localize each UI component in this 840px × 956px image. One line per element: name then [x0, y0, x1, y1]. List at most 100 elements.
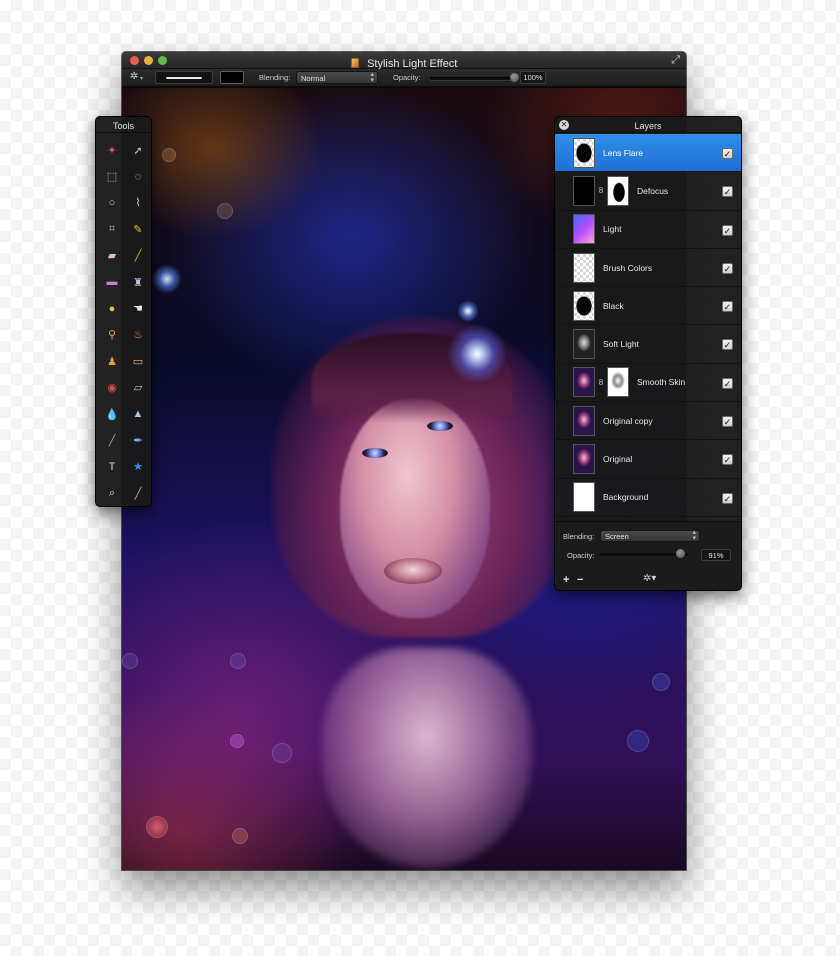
pencil-icon[interactable]: ✎: [125, 216, 151, 242]
gear-icon[interactable]: ✲: [130, 71, 138, 82]
text-icon[interactable]: T: [99, 454, 125, 480]
crop-icon[interactable]: ⌗: [99, 216, 125, 242]
pen-add-glyph: ✒: [133, 434, 143, 447]
sharpen-icon[interactable]: ▲: [125, 401, 151, 427]
layer-visibility-checkbox[interactable]: ✓: [722, 492, 733, 504]
brush-icon[interactable]: ╱: [125, 243, 151, 269]
layer-visibility-checkbox[interactable]: ✓: [722, 262, 733, 274]
move-arrow-icon[interactable]: ➚: [125, 137, 151, 163]
bandage-icon[interactable]: ▭: [125, 348, 151, 374]
dodge-icon[interactable]: ♨: [125, 322, 151, 348]
brush-glyph: ╱: [134, 250, 142, 263]
layer-row[interactable]: Soft Light ✓: [555, 325, 741, 364]
portrait-neck: [322, 648, 532, 868]
add-layer-button[interactable]: +: [563, 574, 569, 586]
lasso-icon[interactable]: ○: [99, 190, 125, 216]
layer-row[interactable]: Black ✓: [555, 287, 741, 326]
layer-thumbnail: [573, 405, 595, 436]
layer-options-gear-icon[interactable]: ✲▾: [643, 573, 656, 584]
polygon-lasso-icon[interactable]: ⌇: [125, 190, 151, 216]
eraser-pink-icon[interactable]: ▱: [125, 375, 151, 401]
layer-opacity-slider-track[interactable]: [600, 553, 688, 556]
layer-row[interactable]: Lens Flare ✓: [555, 134, 741, 173]
layer-visibility-checkbox[interactable]: ✓: [722, 224, 733, 236]
layer-blending-select[interactable]: Screen ▴ ▾: [600, 529, 700, 542]
pencil-glyph: ✎: [133, 223, 143, 236]
layer-row[interactable]: Background ✓: [555, 479, 741, 517]
options-toolbar: ✲ ▾ Blending: Normal ▴ ▾ Opacity: 100%: [122, 69, 686, 87]
pen-add-icon[interactable]: ✒: [125, 427, 151, 453]
select-arrows-icon: ▴ ▾: [370, 71, 374, 84]
smudge-glyph: ☚: [133, 303, 143, 316]
smudge-icon[interactable]: ☚: [125, 295, 151, 321]
layer-row[interactable]: 8 Smooth Skin ✓: [555, 364, 741, 403]
fullscreen-icon[interactable]: ⤢: [671, 54, 680, 67]
move-arrow-glyph: ➚: [133, 144, 143, 157]
close-panel-icon[interactable]: ✕: [559, 120, 569, 130]
mask-link-icon[interactable]: 8: [595, 186, 607, 195]
blending-select-value: Normal: [301, 74, 326, 83]
layer-visibility-checkbox[interactable]: ✓: [722, 186, 733, 198]
red-eye-icon[interactable]: ◉: [99, 375, 125, 401]
blur-drop-icon[interactable]: 💧: [99, 401, 125, 427]
layers-palette-title: Layers: [634, 121, 662, 131]
tools-palette-title: Tools: [96, 117, 151, 133]
color-swatch[interactable]: [220, 71, 244, 84]
layer-mask-thumbnail[interactable]: [607, 367, 629, 398]
layer-visibility-checkbox[interactable]: ✓: [722, 377, 733, 389]
layer-row[interactable]: Original ✓: [555, 440, 741, 479]
bokeh-circle: [652, 673, 670, 691]
sponge-icon[interactable]: ●: [99, 295, 125, 321]
layer-row[interactable]: Light ✓: [555, 211, 741, 249]
layer-thumbnail: [573, 214, 595, 245]
ellipse-select-icon[interactable]: ◌: [125, 163, 151, 189]
layer-visibility-checkbox[interactable]: ✓: [722, 301, 733, 313]
layer-row[interactable]: Original copy ✓: [555, 402, 741, 441]
layer-visibility-checkbox[interactable]: ✓: [722, 339, 733, 351]
pen-icon[interactable]: ╱: [99, 427, 125, 453]
burn-icon[interactable]: ⚲: [99, 322, 125, 348]
stamp-icon[interactable]: ♟: [99, 348, 125, 374]
layer-blending-value: Screen: [605, 532, 629, 541]
magic-wand-icon[interactable]: ✦: [99, 137, 125, 163]
layer-visibility-checkbox[interactable]: ✓: [722, 416, 733, 428]
brush-preset-picker[interactable]: [155, 71, 213, 84]
layers-palette: ✕ Layers Lens Flare ✓ 8 Defocus ✓ Light ✓ Brush…: [554, 116, 742, 591]
layer-opacity-value-field[interactable]: 91%: [701, 549, 731, 561]
bokeh-circle: [627, 730, 649, 752]
mask-link-icon[interactable]: 8: [595, 378, 607, 387]
opacity-value-field[interactable]: 100%: [520, 71, 546, 84]
polygon-lasso-glyph: ⌇: [135, 197, 141, 210]
layer-mask-thumbnail[interactable]: [607, 175, 629, 206]
rect-select-icon[interactable]: ⬚: [99, 163, 125, 189]
bandage-glyph: ▭: [132, 355, 144, 368]
tool-grid: ✦ ➚ ⬚ ◌ ○ ⌇ ⌗ ✎ ▰ ╱ ▬ ♜ ● ☚ ⚲ ♨ ♟ ▭ ◉ ▱ 💧 ▲ ╱ ✒ T ★ ⌕ ╱: [96, 133, 151, 506]
bucket-icon[interactable]: ♜: [125, 269, 151, 295]
zoom-icon[interactable]: ⌕: [99, 480, 125, 506]
layer-list: Lens Flare ✓ 8 Defocus ✓ Light ✓ Brush Colors ✓ B…: [555, 134, 741, 517]
bokeh-circle: [230, 653, 246, 669]
opacity-slider-track[interactable]: [430, 77, 516, 80]
layer-thumbnail: [573, 329, 595, 360]
opacity-slider-knob[interactable]: [510, 73, 519, 82]
blur-drop-glyph: 💧: [105, 408, 119, 421]
layers-footer: Blending: Screen ▴ ▾ Opacity: 91% + − ✲▾: [555, 521, 741, 590]
gradient-icon[interactable]: ▬: [99, 269, 125, 295]
layer-visibility-checkbox[interactable]: ✓: [722, 454, 733, 466]
blending-select[interactable]: Normal ▴ ▾: [296, 71, 378, 84]
document-icon: [350, 58, 359, 68]
portrait-face: [340, 398, 490, 618]
layer-opacity-slider-knob[interactable]: [676, 549, 686, 558]
crop-glyph: ⌗: [108, 222, 116, 235]
layer-thumbnail: [573, 367, 595, 398]
layer-row[interactable]: Brush Colors ✓: [555, 249, 741, 288]
burn-glyph: ⚲: [107, 329, 117, 342]
magic-wand-glyph: ✦: [107, 144, 117, 157]
eyedropper-icon[interactable]: ╱: [125, 480, 151, 506]
shape-star-icon[interactable]: ★: [125, 454, 151, 480]
layer-visibility-checkbox[interactable]: ✓: [722, 148, 733, 159]
eraser-icon[interactable]: ▰: [99, 243, 125, 269]
remove-layer-button[interactable]: −: [577, 574, 583, 586]
layer-row[interactable]: 8 Defocus ✓: [555, 172, 741, 211]
eraser-pink-glyph: ▱: [133, 382, 143, 395]
